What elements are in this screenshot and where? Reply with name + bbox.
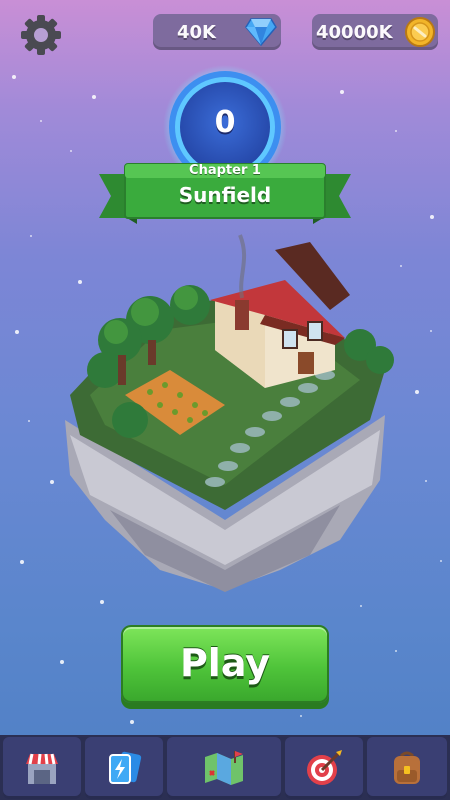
chapter-number: Chapter 1 bbox=[189, 163, 261, 178]
play-button[interactable]: Play bbox=[121, 625, 329, 703]
shop-icon bbox=[26, 753, 58, 784]
target-icon bbox=[307, 750, 342, 785]
nav-map[interactable] bbox=[167, 737, 281, 799]
gems-counter[interactable]: 40K bbox=[153, 14, 281, 50]
cards-icon bbox=[109, 751, 142, 784]
chapter-title: Sunfield bbox=[178, 183, 272, 207]
play-button-label: Play bbox=[179, 641, 271, 685]
coins-counter[interactable]: 40000K bbox=[312, 14, 438, 50]
gems-amount: 40K bbox=[177, 22, 216, 43]
map-icon bbox=[205, 751, 243, 785]
gear-icon bbox=[21, 15, 61, 55]
level-number: 0 bbox=[214, 105, 236, 140]
island-scene[interactable] bbox=[50, 220, 400, 600]
coins-amount: 40000K bbox=[316, 22, 393, 43]
backpack-icon bbox=[394, 751, 420, 784]
bottom-nav bbox=[0, 735, 450, 800]
nav-goals[interactable] bbox=[285, 737, 363, 799]
settings-button[interactable] bbox=[18, 12, 64, 58]
coin-icon bbox=[405, 17, 435, 47]
nav-shop[interactable] bbox=[3, 737, 81, 799]
nav-cards[interactable] bbox=[85, 737, 163, 799]
diamond-icon bbox=[245, 18, 277, 47]
nav-inventory[interactable] bbox=[367, 737, 447, 799]
